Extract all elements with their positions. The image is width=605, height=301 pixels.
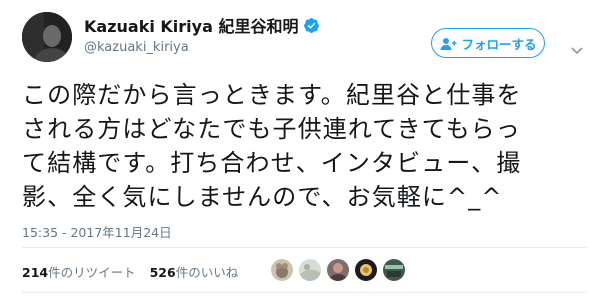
retweet-count-label: 件のリツイート bbox=[48, 265, 136, 280]
tweet-text-line: される方はどなたでも子供連れてきてもらっ bbox=[22, 115, 521, 143]
liker-avatar[interactable] bbox=[299, 259, 321, 281]
verified-badge-icon bbox=[303, 17, 320, 34]
avatar[interactable] bbox=[22, 12, 72, 62]
tweet-timestamp[interactable]: 15:35 - 2017年11月24日 bbox=[22, 222, 172, 241]
display-name[interactable]: Kazuaki Kiriya 紀里谷和明 bbox=[84, 13, 298, 37]
tweet-text: この際だから言っときます。紀里谷と仕事を される方はどなたでも子供連れてきてもら… bbox=[22, 78, 588, 214]
follow-button[interactable]: フォローする bbox=[431, 28, 545, 58]
chevron-down-icon[interactable] bbox=[571, 40, 583, 55]
add-user-icon bbox=[439, 36, 457, 50]
retweet-count[interactable]: 214件のリツイート bbox=[22, 262, 136, 281]
tweet-card: Kazuaki Kiriya 紀里谷和明 @kazuaki_kiriya フォロ… bbox=[0, 0, 605, 301]
retweet-count-value: 214 bbox=[22, 265, 49, 280]
like-count-label: 件のいいね bbox=[175, 265, 239, 280]
likers-avatars bbox=[271, 259, 411, 281]
like-count-value: 526 bbox=[149, 265, 176, 280]
liker-avatar[interactable] bbox=[383, 259, 405, 281]
like-count[interactable]: 526件のいいね bbox=[150, 262, 239, 281]
handle[interactable]: @kazuaki_kiriya bbox=[84, 40, 320, 55]
author-info[interactable]: Kazuaki Kiriya 紀里谷和明 @kazuaki_kiriya bbox=[84, 14, 320, 55]
liker-avatar[interactable] bbox=[271, 259, 293, 281]
tweet-text-line: て結構です。打ち合わせ、インタビュー、撮 bbox=[22, 149, 522, 177]
follow-button-label: フォローする bbox=[461, 36, 537, 52]
liker-avatar[interactable] bbox=[355, 259, 377, 281]
tweet-text-line: この際だから言っときます。紀里谷と仕事を bbox=[22, 81, 522, 109]
tweet-stats: 214件のリツイート 526件のいいね bbox=[22, 262, 252, 281]
divider bbox=[22, 247, 587, 248]
liker-avatar[interactable] bbox=[327, 259, 349, 281]
divider bbox=[22, 292, 587, 293]
tweet-text-line: 影、全く気にしませんので、お気軽に^_^ bbox=[22, 183, 503, 211]
